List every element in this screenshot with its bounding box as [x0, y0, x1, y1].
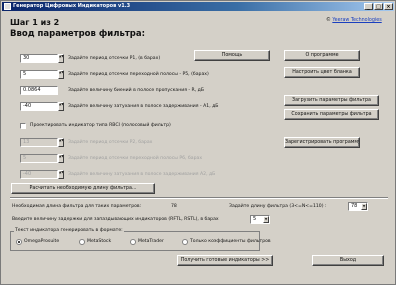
- option-label: Только коэффициенты фильтров: [190, 239, 271, 244]
- radio-metatrader[interactable]: [130, 239, 136, 245]
- param-label-a2: Задайте величину затухания в полосе заде…: [68, 172, 216, 177]
- param-field-p2[interactable]: 13: [20, 138, 58, 147]
- filter-length-label: Задайте длину фильтра (3<=N<=110) :: [229, 204, 327, 209]
- spin-icon[interactable]: ▲▼: [58, 54, 64, 63]
- rbci-checkbox[interactable]: [20, 123, 26, 129]
- spin-icon[interactable]: ▲▼: [58, 102, 64, 111]
- spin-icon[interactable]: ▲▼: [58, 70, 64, 79]
- load-params-button[interactable]: Загрузить параметры фильтра: [284, 95, 379, 106]
- next-button[interactable]: Получить готовые индикаторы >>: [177, 255, 273, 266]
- maximize-icon[interactable]: □: [374, 3, 383, 10]
- minimize-icon[interactable]: _: [364, 3, 373, 10]
- param-field-a1[interactable]: -40: [20, 102, 58, 111]
- colors-button[interactable]: Настроить цвет бланка: [284, 67, 360, 78]
- output-format-title: Текст индикатора генерировать в формате:: [14, 228, 124, 233]
- radio-coefficients-only[interactable]: [182, 239, 188, 245]
- delay-label: Введите величину задержки для запаздываю…: [12, 217, 219, 222]
- rbci-checkbox-label: Проектировать индикатор типа RBCI (полос…: [30, 123, 171, 128]
- param-label-p1: Задайте период отсечки P1, (в барах): [68, 56, 161, 61]
- param-field-p6[interactable]: 5: [20, 154, 58, 163]
- param-field-p1[interactable]: 30: [20, 54, 58, 63]
- app-window: Генератор Цифровых Индикаторов v1.3 _ □ × …: [0, 0, 396, 285]
- title-bar: Генератор Цифровых Индикаторов v1.3 _ □ ×: [2, 2, 394, 11]
- divider: [10, 197, 388, 199]
- page-heading: Ввод параметров фильтра:: [10, 29, 145, 39]
- dropdown-icon[interactable]: ▼: [263, 216, 269, 223]
- help-button[interactable]: Помощь: [194, 50, 270, 61]
- spin-icon[interactable]: ▲▼: [58, 138, 64, 147]
- exit-button[interactable]: Выход: [312, 255, 384, 266]
- option-label: OmegaProsuite: [24, 239, 60, 244]
- param-field-a2[interactable]: -40: [20, 170, 58, 179]
- radio-omegaprosuite[interactable]: [16, 239, 22, 245]
- copyright: © Yeeraw Technologies: [326, 18, 382, 23]
- company-link[interactable]: Yeeraw Technologies: [332, 18, 381, 23]
- close-icon[interactable]: ×: [384, 3, 393, 10]
- param-label-p5: Задайте период отсечки переходной полосы…: [68, 72, 209, 77]
- param-field-p5[interactable]: 5: [20, 70, 58, 79]
- window-title: Генератор Цифровых Индикаторов v1.3: [13, 3, 131, 9]
- radio-metastock[interactable]: [79, 239, 85, 245]
- option-label: MetaTrader: [138, 239, 164, 244]
- app-icon: [4, 3, 11, 10]
- register-button[interactable]: Зарегистрировать программу: [284, 137, 360, 148]
- required-length-value: 78: [171, 204, 177, 209]
- calculate-length-button[interactable]: Расчитать необходимую длину фильтра...: [11, 183, 155, 194]
- dropdown-icon[interactable]: ▼: [361, 203, 367, 210]
- param-label-a1: Задайте величину затухания в полосе заде…: [68, 104, 219, 109]
- about-button[interactable]: О программе: [284, 50, 360, 61]
- spin-icon[interactable]: ▲▼: [58, 154, 64, 163]
- param-label-p2: Задайте период отсечки P2, барах: [68, 140, 153, 145]
- copyright-symbol: ©: [326, 18, 331, 23]
- option-label: MetaStock: [87, 239, 112, 244]
- save-params-button[interactable]: Сохранить параметры фильтра: [284, 109, 379, 120]
- step-indicator: Шаг 1 из 2: [10, 18, 60, 27]
- spin-icon[interactable]: ▲▼: [58, 170, 64, 179]
- param-label-r: Задайте величину биений в полосе пропуск…: [68, 88, 204, 93]
- required-length-label: Необходимая длина фильтра для таких пара…: [12, 204, 142, 209]
- param-field-r[interactable]: 0.0864: [20, 86, 58, 95]
- param-label-p6: Задайте период отсечки переходной полосы…: [68, 156, 203, 161]
